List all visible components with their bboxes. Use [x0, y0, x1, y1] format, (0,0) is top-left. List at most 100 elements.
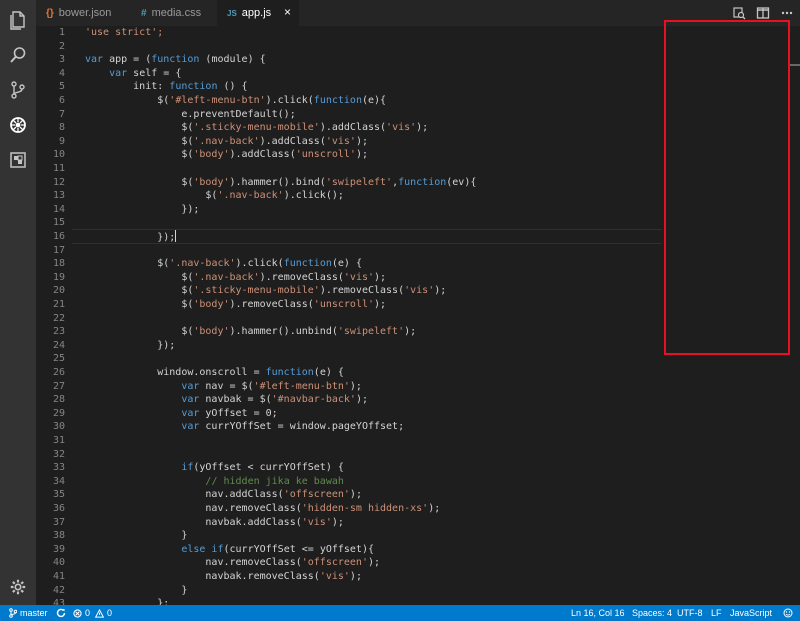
code-token: nav.addClass( [85, 489, 284, 501]
code-token: () { [217, 81, 248, 93]
code-line[interactable]: $('body').hammer().bind('swipeleft',func… [85, 176, 476, 190]
cursor-position[interactable]: Ln 16, Col 16 [571, 605, 625, 621]
code-token: $( [85, 271, 194, 283]
code-line[interactable]: var currYOffSet = window.pageYOffset; [85, 420, 404, 434]
tab-media-css[interactable]: # media.css [131, 0, 217, 26]
line-number: 1 [58, 27, 65, 38]
line-number: 22 [52, 312, 65, 324]
source-control-icon[interactable] [0, 72, 36, 108]
code-line[interactable]: else if(currYOffSet <= yOffset){ [85, 543, 374, 557]
code-token: 'vis' [325, 135, 356, 147]
extensions-icon[interactable] [0, 142, 36, 178]
code-line[interactable]: var nav = $('#left-menu-btn'); [85, 380, 362, 394]
code-line[interactable]: $('.nav-back').click(function(e) { [85, 257, 362, 271]
code-line[interactable]: }; [85, 597, 169, 605]
line-number: 33 [52, 462, 65, 474]
code-line[interactable]: window.onscroll = function(e) { [85, 366, 344, 380]
code-line[interactable]: $('.nav-back').addClass('vis'); [85, 135, 368, 149]
tab-bower-json[interactable]: {} bower.json [36, 0, 131, 26]
line-number: 11 [52, 163, 65, 174]
code-token: }); [85, 232, 176, 243]
settings-gear-icon[interactable] [0, 569, 36, 605]
code-token: ); [355, 394, 368, 406]
code-token: function [265, 367, 314, 378]
code-token: function [398, 176, 447, 188]
code-line[interactable]: nav.removeClass('hidden-sm hidden-xs'); [85, 502, 440, 516]
code-token: 'hidden-sm hidden-xs' [301, 503, 429, 514]
code-token: ).click(); [283, 190, 344, 202]
code-token: 'vis' [386, 122, 417, 134]
code-token: 'unscroll' [295, 149, 356, 161]
code-line[interactable]: $('body').hammer().unbind('swipeleft'); [85, 325, 416, 339]
line-number: 10 [52, 149, 65, 161]
code-line[interactable]: 'use strict'; [85, 26, 163, 40]
code-line[interactable]: $('.sticky-menu-mobile').removeClass('vi… [85, 284, 446, 298]
code-line[interactable]: $('body').removeClass('unscroll'); [85, 298, 386, 312]
warning-icon [95, 608, 105, 618]
code-token: var [181, 380, 200, 392]
error-icon [73, 608, 82, 618]
code-line[interactable]: }); [85, 203, 199, 217]
sync-button[interactable] [56, 605, 69, 621]
code-token: ).click( [235, 258, 284, 270]
line-number: 18 [52, 258, 65, 270]
code-line[interactable]: $('.sticky-menu-mobile').addClass('vis')… [85, 121, 428, 135]
overview-ruler-marker[interactable] [790, 64, 800, 66]
code-token: var [181, 421, 200, 433]
line-number: 35 [52, 489, 65, 501]
code-line[interactable]: navbak.addClass('vis'); [85, 516, 344, 530]
code-line[interactable]: e.preventDefault(); [85, 108, 295, 122]
search-icon[interactable] [0, 37, 36, 73]
eol-setting[interactable]: LF [711, 605, 722, 621]
code-line[interactable]: var app = (function (module) { [85, 53, 266, 67]
code-line[interactable]: var yOffset = 0; [85, 407, 277, 421]
code-line[interactable]: } [85, 584, 187, 598]
language-mode[interactable]: JavaScript [730, 605, 772, 621]
code-line[interactable]: init: function () { [85, 80, 248, 94]
code-line[interactable]: nav.removeClass('offscreen'); [85, 556, 380, 570]
code-line[interactable]: if(yOffset < currYOffSet) { [85, 461, 344, 475]
debug-icon[interactable] [0, 107, 36, 143]
code-line[interactable]: }); [85, 339, 175, 353]
line-number: 6 [58, 95, 65, 106]
code-token: ).hammer().unbind( [229, 326, 338, 338]
code-token: var [181, 394, 200, 406]
explorer-icon[interactable] [0, 2, 36, 38]
code-line[interactable]: var self = { [85, 67, 181, 81]
code-token: 'swipeleft' [337, 326, 405, 338]
close-icon[interactable]: × [284, 6, 291, 18]
code-line[interactable]: $('.nav-back').removeClass('vis'); [85, 271, 386, 285]
code-line[interactable]: $('.nav-back').click(); [85, 189, 344, 203]
line-number: 40 [52, 557, 65, 569]
code-line[interactable]: $('#left-menu-btn').click(function(e){ [85, 94, 386, 108]
tab-app-js[interactable]: JS app.js × [217, 0, 299, 26]
line-number: 31 [52, 435, 65, 446]
code-token: function [151, 54, 200, 66]
code-token: ); [428, 503, 441, 514]
code-token: navbak.removeClass( [85, 571, 320, 582]
code-line[interactable]: } [85, 529, 187, 543]
code-line[interactable]: // hidden jika ke bawah [85, 475, 343, 489]
encoding-setting[interactable]: UTF-8 [677, 605, 703, 621]
code-token: 'offscreen' [283, 489, 350, 501]
code-line[interactable]: }); [85, 230, 177, 244]
json-file-icon: {} [46, 7, 54, 19]
code-line[interactable]: nav.addClass('offscreen'); [85, 488, 362, 502]
code-line[interactable]: $('body').addClass('unscroll'); [85, 148, 368, 162]
line-number: 28 [52, 394, 65, 406]
code-line[interactable]: var navbak = $('#navbar-back'); [85, 393, 368, 407]
line-number-gutter: 1 2 3 4 5 6 7 8 9 10 11 12 13 14 15 16 17 18 19 20 21 22 23 24 2… [36, 26, 72, 605]
problems-indicator[interactable]: 0 0 [73, 605, 112, 621]
branch-indicator[interactable]: master [9, 605, 48, 621]
indentation-setting[interactable]: Spaces: 4 [632, 605, 672, 621]
code-line[interactable]: navbak.removeClass('vis'); [85, 570, 362, 584]
feedback-icon[interactable] [783, 605, 796, 621]
code-token: ).removeClass( [259, 271, 344, 283]
line-number: 19 [52, 271, 65, 283]
code-token: 'offscreen' [301, 557, 368, 569]
activity-bar [0, 0, 36, 605]
code-token: '.nav-back' [193, 135, 260, 147]
